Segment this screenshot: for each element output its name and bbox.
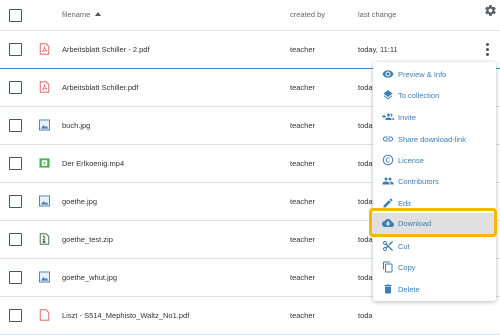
- file-last-change: today, 11:11: [358, 45, 398, 54]
- file-created-by: teacher: [290, 235, 316, 244]
- zip-icon: [39, 233, 50, 245]
- file-last-change: toda: [358, 197, 373, 206]
- eye-icon: [382, 70, 394, 78]
- file-name[interactable]: goethe.jpg: [62, 197, 97, 206]
- row-checkbox[interactable]: [9, 119, 22, 132]
- menu-item-label: Contributors: [398, 177, 439, 186]
- menu-item-copy[interactable]: Copy: [373, 257, 496, 278]
- file-name[interactable]: Arbeitsblatt Schiller.pdf: [62, 83, 138, 92]
- column-header-created-by[interactable]: created by: [290, 10, 325, 19]
- menu-item-delete[interactable]: Delete: [373, 279, 496, 300]
- image-icon: [39, 119, 50, 131]
- menu-item-label: Cut: [398, 242, 410, 251]
- row-checkbox[interactable]: [9, 233, 22, 246]
- table-header: filename created by last change: [0, 0, 500, 31]
- file-last-change: toda: [358, 121, 373, 130]
- table-row[interactable]: Liszt - S514_Mephisto_Waltz_No1.pdf teac…: [0, 297, 500, 335]
- menu-item-label: Copy: [398, 263, 416, 272]
- menu-item-label: License: [398, 156, 424, 165]
- file-name[interactable]: Der Erlkoenig.mp4: [62, 159, 124, 168]
- file-created-by: teacher: [290, 159, 316, 168]
- file-created-by: teacher: [290, 45, 316, 54]
- menu-item-label: Share download-link: [398, 135, 466, 144]
- menu-item-license[interactable]: License: [373, 150, 496, 171]
- copy-icon: [383, 261, 393, 273]
- video-icon: [39, 158, 50, 168]
- menu-item-cut[interactable]: Cut: [373, 236, 496, 257]
- row-checkbox[interactable]: [9, 309, 22, 322]
- layers-icon: [383, 90, 393, 100]
- context-menu: Preview & Info To collection Invite Shar…: [373, 62, 496, 301]
- pdf-icon: [39, 81, 50, 93]
- row-checkbox[interactable]: [9, 195, 22, 208]
- menu-item-preview-info[interactable]: Preview & Info: [373, 64, 496, 85]
- image-icon: [39, 271, 50, 283]
- menu-item-invite[interactable]: Invite: [373, 107, 496, 128]
- file-created-by: teacher: [290, 197, 316, 206]
- file-name[interactable]: goethe_whut.jpg: [62, 273, 117, 282]
- file-created-by: teacher: [290, 311, 316, 320]
- add-people-icon: [382, 113, 394, 120]
- row-checkbox[interactable]: [9, 271, 22, 284]
- image-icon: [39, 195, 50, 207]
- file-last-change: toda: [358, 273, 373, 282]
- file-created-by: teacher: [290, 273, 316, 282]
- column-header-filename[interactable]: filename: [62, 10, 90, 19]
- more-options-icon[interactable]: [484, 42, 490, 58]
- sort-ascending-icon[interactable]: [95, 12, 101, 16]
- menu-item-label: Edit: [398, 199, 411, 208]
- menu-item-label: Preview & Info: [398, 70, 447, 79]
- menu-item-label: To collection: [398, 91, 440, 100]
- gear-icon[interactable]: [484, 4, 497, 17]
- file-last-change: today: [358, 83, 373, 92]
- file-last-change: toda: [358, 311, 373, 320]
- file-created-by: teacher: [290, 83, 316, 92]
- people-icon: [382, 177, 394, 185]
- menu-item-share-download-link[interactable]: Share download-link: [373, 129, 496, 150]
- trash-icon: [384, 284, 392, 294]
- pdf-icon: [39, 309, 50, 321]
- pdf-icon: [39, 43, 50, 55]
- menu-item-label: Invite: [398, 113, 416, 122]
- file-name[interactable]: buch.jpg: [62, 121, 90, 130]
- menu-item-contributors[interactable]: Contributors: [373, 171, 496, 192]
- row-checkbox[interactable]: [9, 81, 22, 94]
- file-name[interactable]: goethe_test.zip: [62, 235, 113, 244]
- file-name[interactable]: Arbeitsblatt Schiller - 2.pdf: [62, 45, 150, 54]
- file-name[interactable]: Liszt - S514_Mephisto_Waltz_No1.pdf: [62, 311, 189, 320]
- row-checkbox[interactable]: [9, 43, 22, 56]
- row-checkbox[interactable]: [9, 157, 22, 170]
- select-all-checkbox[interactable]: [9, 9, 22, 22]
- column-header-last-change[interactable]: last change: [358, 10, 396, 19]
- file-last-change: toda: [358, 159, 373, 168]
- menu-item-to-collection[interactable]: To collection: [373, 85, 496, 106]
- file-created-by: teacher: [290, 121, 316, 130]
- download-highlight-frame: [369, 208, 497, 237]
- link-icon: [383, 136, 393, 142]
- menu-item-label: Delete: [398, 285, 420, 294]
- copyright-icon: [382, 154, 394, 166]
- scissors-icon: [383, 241, 393, 251]
